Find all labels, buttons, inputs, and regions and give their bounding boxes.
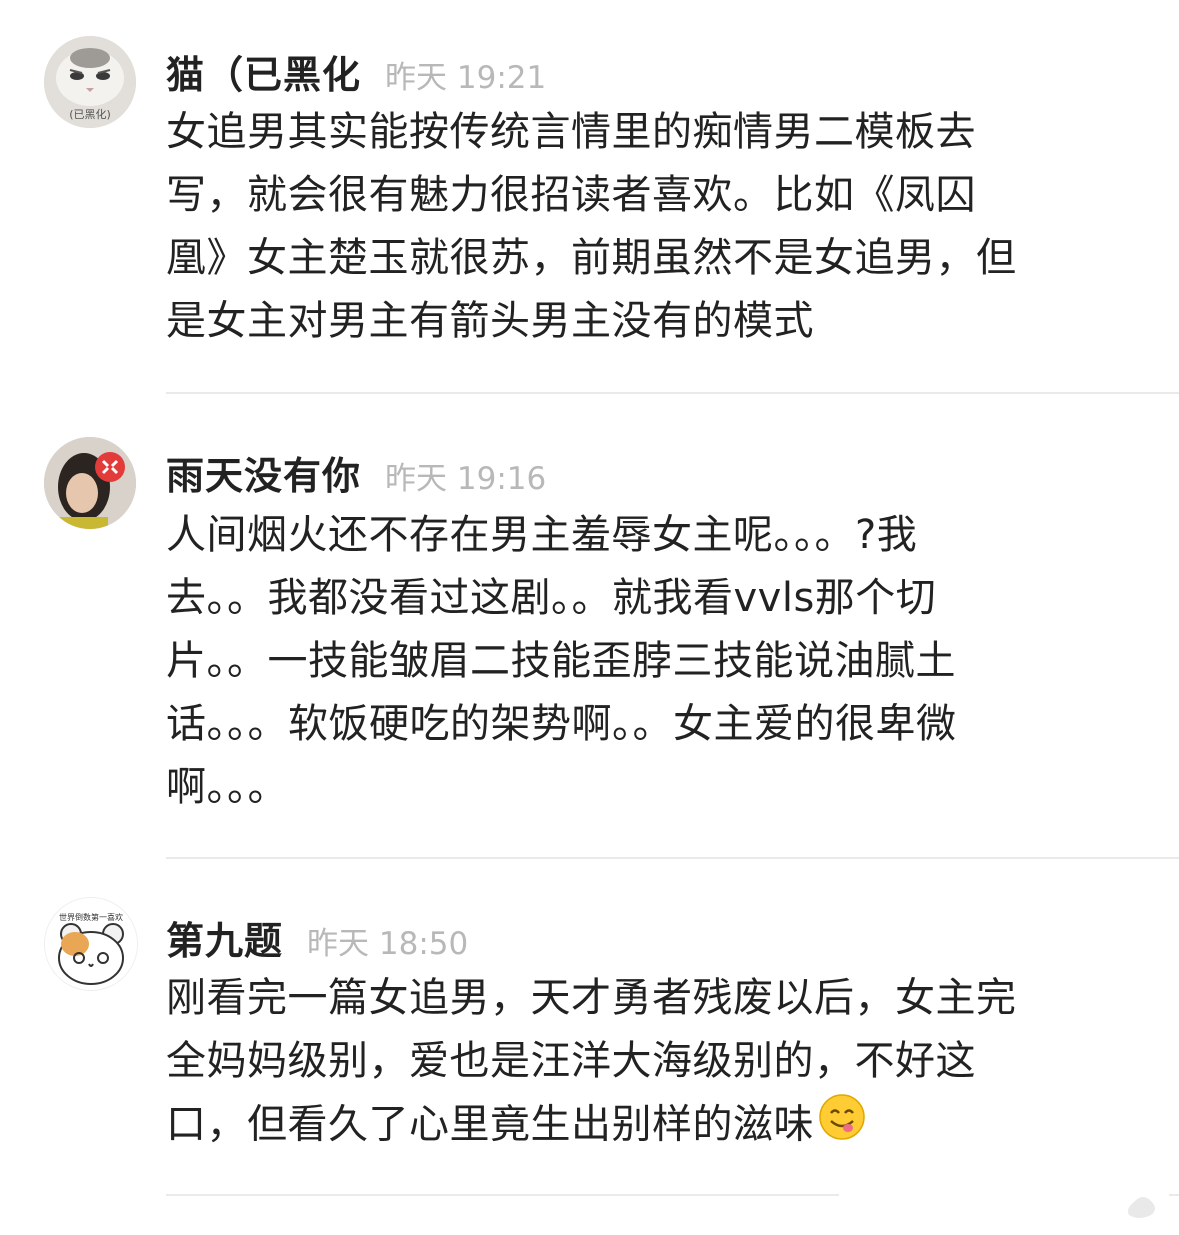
avatar[interactable]: 世界倒数第一喜欢 [44, 897, 138, 991]
comment-text: 女追男其实能按传统言情里的痴情男二模板去 写，就会很有魅力很招读者喜欢。比如《凤… [166, 109, 1017, 344]
weibo-logo-icon [839, 1189, 1169, 1229]
divider [166, 857, 1179, 859]
username[interactable]: 第九题 [166, 910, 283, 965]
timestamp: 昨天 18:50 [307, 926, 469, 962]
avatar[interactable]: (已黑化) [44, 36, 136, 128]
timestamp: 昨天 19:21 [385, 60, 547, 96]
timestamp: 昨天 19:16 [385, 461, 547, 497]
girl-avatar-icon [44, 437, 136, 529]
avatar-caption: (已黑化) [69, 108, 111, 121]
avatar[interactable] [44, 437, 136, 529]
comment-text: 人间烟火还不存在男主羞辱女主呢。。。?我 去。。我都没看过这剧。。就我看vvls… [166, 512, 957, 810]
username[interactable]: 雨天没有你 [166, 445, 361, 500]
avatar-caption: 世界倒数第一喜欢 [59, 913, 123, 922]
divider [166, 392, 1179, 394]
comment-text-content: 刚看完一篇女追男，天才勇者残废以后，女主完 全妈妈级别，爱也是汪洋大海级别的，不… [166, 975, 1017, 1148]
comment-text: 刚看完一篇女追男，天才勇者残废以后，女主完 全妈妈级别，爱也是汪洋大海级别的，不… [166, 967, 1116, 1160]
yum-face-emoji-icon [818, 1093, 866, 1160]
username[interactable]: 猫（已黑化 [166, 44, 361, 99]
